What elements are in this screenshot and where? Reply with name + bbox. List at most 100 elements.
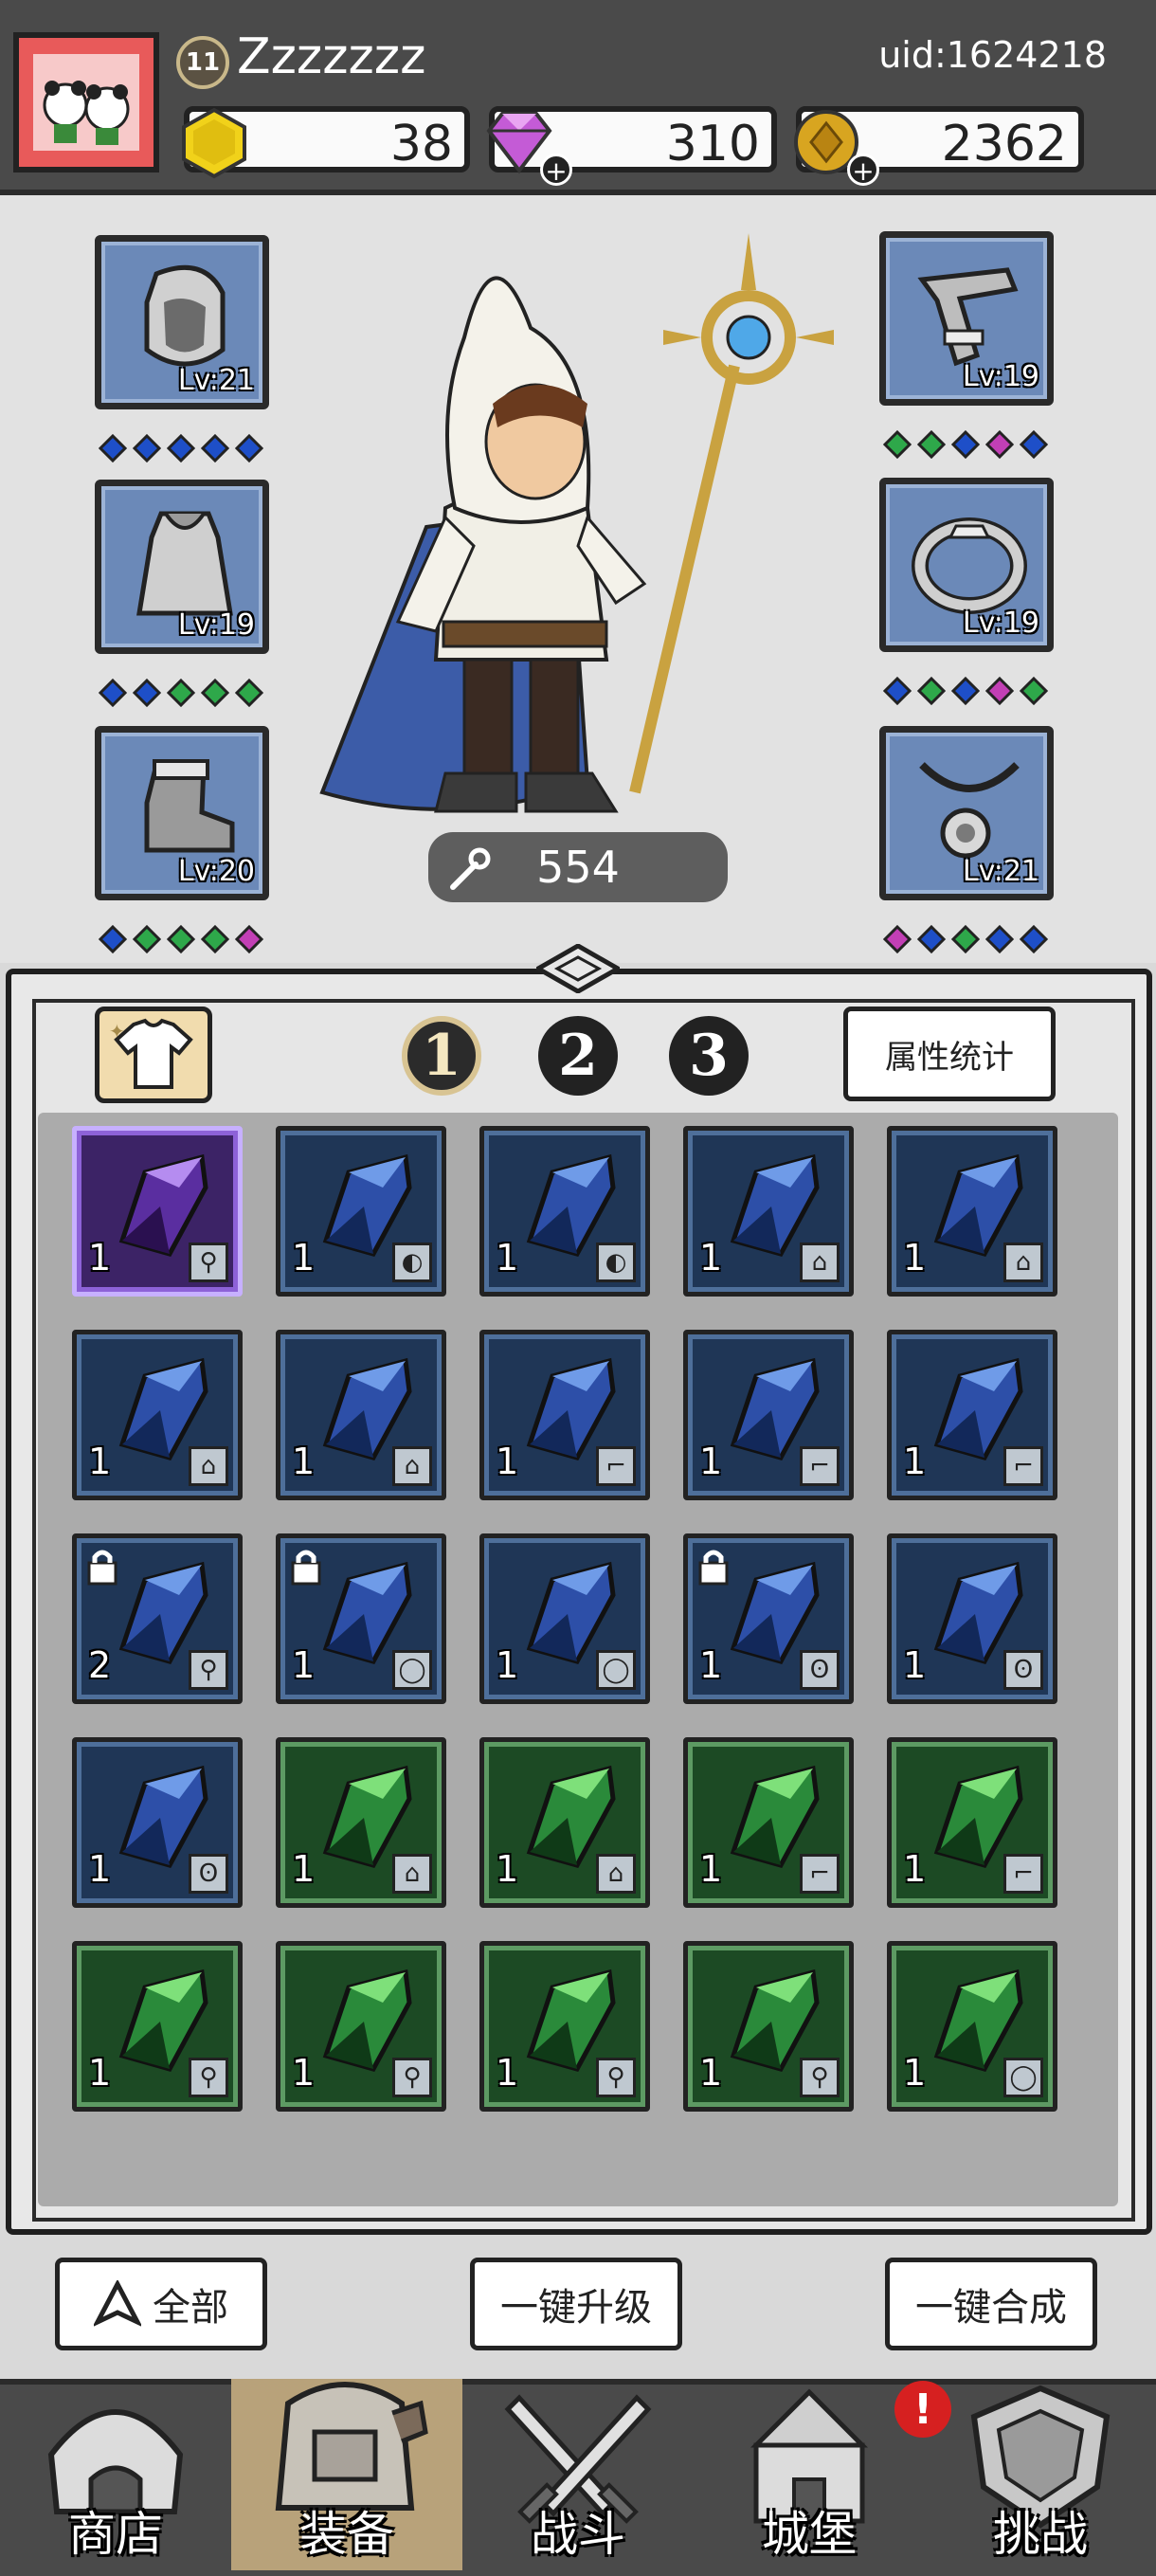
item-count: 1 [699, 1237, 723, 1279]
item-count: 1 [88, 1848, 112, 1890]
equip-slot-hood[interactable]: Lv:21 [95, 235, 269, 409]
inventory-item-blue-boot[interactable]: 1 ⌐ [479, 1330, 650, 1500]
inventory-item-blue-cape[interactable]: 1 ⌂ [72, 1330, 243, 1500]
ring-slot-icon: ◯ [596, 1650, 636, 1690]
inventory-item-blue-cape[interactable]: 1 ⌂ [887, 1126, 1057, 1297]
inventory-item-green-cape[interactable]: 1 ⌂ [276, 1737, 446, 1908]
necklace-slot-icon: ʘ [1003, 1650, 1043, 1690]
item-count: 1 [903, 1644, 927, 1686]
loadout-page-1[interactable]: 1 [402, 1016, 481, 1096]
player-name: Zzzzzzz [237, 28, 426, 85]
inventory-item-green-ring[interactable]: 1 ◯ [887, 1941, 1057, 2112]
add-gems-button[interactable]: + [540, 154, 572, 187]
equip-level-label: Lv:21 [177, 364, 255, 397]
inventory-item-green-staff[interactable]: 1 ⚲ [479, 1941, 650, 2112]
nav-shop-label: 商店 [68, 2507, 163, 2562]
inventory-item-green-staff[interactable]: 1 ⚲ [72, 1941, 243, 2112]
gem-socket-icon [166, 924, 196, 957]
necklace-slot-icon: ʘ [189, 1854, 228, 1894]
inventory-item-blue-boot[interactable]: 1 ⌐ [683, 1330, 854, 1500]
gem-socket-icon [984, 429, 1015, 463]
item-count: 1 [292, 2052, 316, 2094]
cape-slot-icon: ⌂ [189, 1446, 228, 1486]
gem-socket-icon [166, 433, 196, 466]
inventory-item-blue-boot[interactable]: 1 ⌐ [887, 1330, 1057, 1500]
boot-slot-icon: ⌐ [1003, 1854, 1043, 1894]
inventory-item-blue-hood[interactable]: 1 ◐ [276, 1126, 446, 1297]
inventory-item-blue-necklace[interactable]: 1ʘ [887, 1533, 1057, 1704]
inventory-item-blue-necklace[interactable]: 1ʘ [72, 1737, 243, 1908]
nav-castle-label: 城堡 [762, 2507, 857, 2562]
player-avatar[interactable] [13, 32, 159, 172]
nav-challenge[interactable]: 挑战 [925, 2379, 1156, 2570]
equip-slot-bracer[interactable]: Lv:19 [879, 231, 1054, 406]
inventory-item-green-staff[interactable]: 1 ⚲ [276, 1941, 446, 2112]
inventory-grid: 1 ⚲ 1 ◐ 1 ◐ 1 ⌂ 1 ⌂ 1 ⌂ 1 ⌂ 1 ⌐ 1 ⌐ 1 ⌐ 2 ⚲ 1 ◯ 1 ◯ 1 ʘ 1 ʘ 1 ʘ 1 ⌂ 1 ⌂ 1 ⌐ 1 ⌐… [38, 1113, 1118, 2206]
gem-socket-icon [1019, 429, 1049, 463]
filter-all-button[interactable]: 全部 [55, 2258, 267, 2350]
gem-socket-icon [200, 924, 230, 957]
svg-text:✦: ✦ [109, 1020, 125, 1043]
staff-slot-icon: ⚲ [800, 2058, 840, 2097]
coin-value: 2362 [941, 116, 1067, 172]
hood-slot-icon: ◐ [392, 1243, 432, 1282]
inventory-item-blue-cape[interactable]: 1 ⌂ [276, 1330, 446, 1500]
top-bar: 11 Zzzzzzz uid:1624218 38 + 310 + 2362 [0, 0, 1156, 195]
boot-slot-icon: ⌐ [800, 1854, 840, 1894]
gem-socket-icon [882, 676, 912, 709]
add-coins-button[interactable]: + [847, 154, 879, 187]
inventory-item-blue-hood[interactable]: 1 ◐ [479, 1126, 650, 1297]
inventory-item-blue-cape[interactable]: 1 ⌂ [683, 1126, 854, 1297]
inventory-item-purple-staff[interactable]: 1 ⚲ [72, 1126, 243, 1297]
gem-socket-icon [950, 676, 981, 709]
gem-socket-icon [916, 429, 947, 463]
item-count: 1 [496, 2052, 519, 2094]
equip-slot-cape[interactable]: Lv:19 [95, 480, 269, 654]
inventory-item-blue-ring[interactable]: 1 ◯ [276, 1533, 446, 1704]
attribute-stats-button[interactable]: 属性统计 [843, 1007, 1056, 1101]
cape-slot-icon: ⌂ [392, 1854, 432, 1894]
inventory-item-blue-necklace[interactable]: 1ʘ [683, 1533, 854, 1704]
triangle-filter-icon [94, 2280, 141, 2327]
nav-equipment-label: 装备 [299, 2507, 394, 2562]
inventory-item-green-staff[interactable]: 1 ⚲ [683, 1941, 854, 2112]
combat-power-display: 554 [428, 832, 728, 902]
item-count: 1 [292, 1644, 316, 1686]
equip-slot-ring[interactable]: Lv:19 [879, 478, 1054, 652]
equip-slot-boot[interactable]: Lv:20 [95, 726, 269, 900]
staff-icon [450, 847, 491, 890]
upgrade-all-button[interactable]: 一键升级 [470, 2258, 682, 2350]
cape-slot-icon: ⌂ [392, 1446, 432, 1486]
gem-socket-icon [234, 433, 264, 466]
equip-slot-necklace[interactable]: Lv:21 [879, 726, 1054, 900]
nav-battle[interactable]: 战斗 [462, 2379, 694, 2570]
outfit-button[interactable]: ✦ [95, 1007, 212, 1103]
staff-slot-icon: ⚲ [596, 2058, 636, 2097]
equip-level-label: Lv:20 [177, 855, 255, 888]
gem-socket-icon [1019, 676, 1049, 709]
boot-slot-icon: ⌐ [1003, 1446, 1043, 1486]
inventory-item-blue-staff[interactable]: 2 ⚲ [72, 1533, 243, 1704]
gem-socket-icon [98, 433, 128, 466]
nav-castle[interactable]: 城堡 [694, 2379, 925, 2570]
inventory-item-green-boot[interactable]: 1 ⌐ [683, 1737, 854, 1908]
nav-equipment[interactable]: 装备 [231, 2379, 462, 2570]
loadout-page-3[interactable]: 3 [669, 1016, 749, 1096]
gem-currency: + 310 [486, 106, 777, 187]
item-count: 1 [496, 1644, 519, 1686]
item-count: 1 [699, 1644, 723, 1686]
equip-level-label: Lv:19 [177, 608, 255, 642]
item-count: 1 [292, 1237, 316, 1279]
merge-all-button[interactable]: 一键合成 [885, 2258, 1097, 2350]
gold-block-currency: 38 [182, 106, 470, 179]
nav-shop[interactable]: 商店 [0, 2379, 231, 2570]
lock-icon [87, 1550, 117, 1586]
inventory-item-green-boot[interactable]: 1 ⌐ [887, 1737, 1057, 1908]
gem-socket-icon [132, 433, 162, 466]
staff-slot-icon: ⚲ [189, 1650, 228, 1690]
gem-socket-icon [132, 678, 162, 711]
gem-socket-icon [950, 924, 981, 957]
inventory-item-green-cape[interactable]: 1 ⌂ [479, 1737, 650, 1908]
inventory-item-blue-ring[interactable]: 1 ◯ [479, 1533, 650, 1704]
loadout-page-2[interactable]: 2 [538, 1016, 618, 1096]
